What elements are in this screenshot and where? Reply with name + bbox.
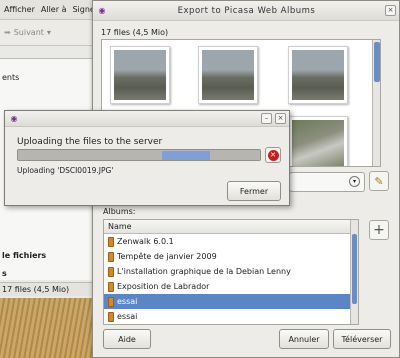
album-rows: Zenwalk 6.0.1 Tempête de janvier 2009 L'in… (104, 234, 358, 324)
file-count: 17 files (4,5 Mio) (101, 28, 169, 37)
edit-icon: ✎ (374, 174, 384, 188)
close-icon[interactable]: × (385, 5, 396, 16)
photo-thumbnail[interactable] (288, 46, 348, 104)
folder-icon (108, 311, 114, 322)
album-name: Zenwalk 6.0.1 (117, 237, 174, 246)
dialog-heading: Uploading the files to the server (17, 137, 163, 147)
export-titlebar: ◉ Export to Picasa Web Albums × (93, 1, 399, 21)
cancel-icon: ✕ (267, 149, 279, 161)
edit-account-button[interactable]: ✎ (369, 171, 389, 191)
window-title: Export to Picasa Web Albums (177, 5, 316, 16)
folder-icon (108, 281, 114, 292)
menu-afficher[interactable]: Afficher (4, 5, 35, 14)
add-album-button[interactable]: + (369, 220, 389, 240)
album-row[interactable]: essai (104, 294, 358, 309)
album-row[interactable]: L'installation graphique de la Debian Le… (104, 264, 358, 279)
app-icon: ◉ (98, 6, 106, 15)
thumbnail-scrollbar[interactable] (372, 40, 380, 166)
albums-label: Albums: (103, 207, 136, 216)
chevron-down-icon[interactable]: ▾ (47, 28, 51, 37)
album-row[interactable]: Tempête de janvier 2009 (104, 249, 358, 264)
album-name: L'installation graphique de la Debian Le… (117, 267, 291, 276)
upload-button[interactable]: Téléverser (333, 329, 391, 349)
account-select[interactable]: ▾ (289, 172, 365, 192)
album-name: essai (117, 312, 138, 321)
upload-dialog: ◉ – × Uploading the files to the server … (4, 110, 290, 206)
column-header-name[interactable]: Name (104, 220, 358, 234)
album-row[interactable]: Zenwalk 6.0.1 (104, 234, 358, 249)
album-name: Tempête de janvier 2009 (117, 252, 217, 261)
album-name: essai (117, 297, 138, 306)
chevron-down-icon: ▾ (349, 176, 360, 187)
browser-toolbar: ➡ Suivant ▾ (0, 20, 101, 46)
plus-icon: + (373, 222, 385, 238)
folder-icon (108, 236, 114, 247)
folder-icon (108, 266, 114, 277)
app-icon: ◉ (10, 114, 18, 123)
arrow-right-icon: ➡ (4, 28, 11, 37)
folder-icon (108, 296, 114, 307)
upload-status: Uploading 'DSCI0019.JPG' (17, 166, 114, 175)
sidebar-item-files[interactable]: le fichiers (2, 251, 46, 260)
photo-thumbnail[interactable] (198, 46, 258, 104)
cancel-upload-button[interactable]: ✕ (265, 147, 281, 163)
photo-thumbnail[interactable] (110, 46, 170, 104)
forward-button[interactable]: Suivant (14, 28, 44, 37)
minimize-icon[interactable]: – (261, 113, 272, 124)
photo-thumbnail[interactable] (288, 116, 348, 166)
help-button[interactable]: Aide (103, 329, 151, 349)
album-name: Exposition de Labrador (117, 282, 210, 291)
sidebar-item-recent[interactable]: ents (2, 73, 19, 82)
album-scrollbar[interactable] (350, 220, 358, 324)
menu-aller-a[interactable]: Aller à (41, 5, 67, 14)
close-icon[interactable]: × (275, 113, 286, 124)
cancel-button[interactable]: Annuler (279, 329, 329, 349)
status-bar: 17 files (4,5 Mio) (0, 282, 102, 296)
album-list: Name Zenwalk 6.0.1 Tempête de janvier 200… (103, 219, 359, 325)
upload-progress-bar (17, 149, 261, 161)
folder-icon (108, 251, 114, 262)
album-row[interactable]: Exposition de Labrador (104, 279, 358, 294)
sidebar-item-other[interactable]: s (2, 269, 7, 278)
menu-bar: Afficher Aller à Signe (0, 0, 101, 20)
album-row[interactable]: essai (104, 309, 358, 324)
close-button[interactable]: Fermer (227, 181, 281, 201)
dialog-titlebar: ◉ – × (5, 111, 289, 127)
